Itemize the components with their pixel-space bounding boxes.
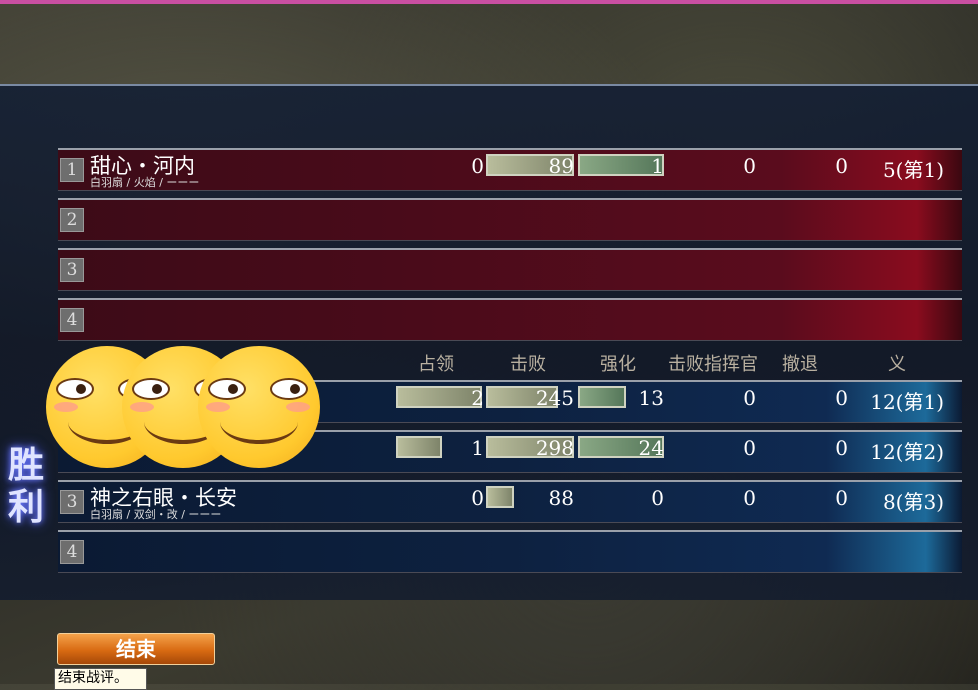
rank-number: 4 xyxy=(60,540,84,564)
end-button-tooltip: 结束战评。 xyxy=(54,668,147,690)
retreat-value: 0 xyxy=(835,154,848,178)
occupy-value: 1 xyxy=(471,436,484,460)
eye xyxy=(208,378,246,400)
commander-defeat-value: 0 xyxy=(743,486,756,510)
defeat-value: 89 xyxy=(548,154,574,178)
commander-defeat-value: 0 xyxy=(743,154,756,178)
mouth xyxy=(220,400,298,444)
player-loadout: 白羽扇 / 火焰 / ーーー xyxy=(90,176,200,189)
honor-value: 5(第1) xyxy=(882,158,944,182)
occupy-value: 0 xyxy=(471,486,484,510)
commander-defeat-value: 0 xyxy=(743,386,756,410)
smirk-emoji-icon xyxy=(198,346,320,468)
header-commander-defeat: 击败指挥官 xyxy=(668,354,758,375)
honor-value: 12(第1) xyxy=(870,390,944,414)
rank-number: 2 xyxy=(60,208,84,232)
header-retreat: 撤退 xyxy=(782,354,818,375)
occupy-value: 0 xyxy=(471,154,484,178)
enhance-value: 1 xyxy=(651,154,664,178)
honor-value: 12(第2) xyxy=(870,440,944,464)
enhance-value: 24 xyxy=(638,436,664,460)
header-occupy: 占领 xyxy=(418,354,454,375)
retreat-value: 0 xyxy=(835,386,848,410)
enhance-value: 0 xyxy=(651,486,664,510)
victory-label: 胜利 xyxy=(7,444,44,528)
enhance-value: 13 xyxy=(638,386,664,410)
blue-team-row-4: 4 xyxy=(58,530,962,573)
retreat-value: 0 xyxy=(835,436,848,460)
header-defeat: 击败 xyxy=(510,354,546,375)
enhance-bar xyxy=(578,386,626,408)
occupy-value: 2 xyxy=(471,386,484,410)
header-enhance: 强化 xyxy=(600,354,636,375)
defeat-value: 298 xyxy=(535,436,574,460)
eye xyxy=(132,378,170,400)
red-team-row-3: 3 xyxy=(58,248,962,291)
red-team-row-4: 4 xyxy=(58,298,962,341)
end-button[interactable]: 结束 xyxy=(57,633,215,665)
rank-number: 3 xyxy=(60,258,84,282)
defeat-bar xyxy=(486,486,514,508)
retreat-value: 0 xyxy=(835,486,848,510)
rank-number: 4 xyxy=(60,308,84,332)
blue-team-row-3: 3 神之右眼・长安 白羽扇 / 双剑・改 / ーーー 0 88 0 0 0 8(… xyxy=(58,480,962,523)
honor-value: 8(第3) xyxy=(882,490,944,514)
rank-number: 1 xyxy=(60,158,84,182)
player-loadout: 白羽扇 / 双剑・改 / ーーー xyxy=(90,508,222,521)
defeat-value: 245 xyxy=(535,386,574,410)
top-edge-bar xyxy=(0,0,978,4)
eye xyxy=(270,378,308,400)
commander-defeat-value: 0 xyxy=(743,436,756,460)
red-team-row-2: 2 xyxy=(58,198,962,241)
header-honor: 义 xyxy=(888,354,906,375)
defeat-value: 88 xyxy=(548,486,574,510)
eye xyxy=(56,378,94,400)
red-team-row-1: 1 甜心・河内 白羽扇 / 火焰 / ーーー 0 89 1 0 0 5(第1) xyxy=(58,148,962,191)
occupy-bar xyxy=(396,436,442,458)
rank-number: 3 xyxy=(60,490,84,514)
